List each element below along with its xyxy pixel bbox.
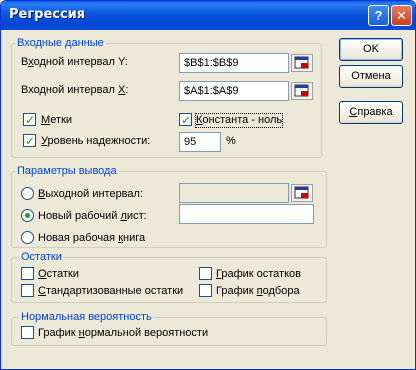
cancel-button[interactable]: Отмена [339, 65, 403, 88]
constant-zero-label: Константа - ноль [194, 113, 284, 128]
confidence-level-field[interactable]: 95 [179, 132, 221, 152]
confidence-level-checkbox[interactable]: ✓ [23, 134, 36, 147]
normal-probability-legend: Нормальная вероятность [19, 311, 154, 323]
labels-label: Метки [41, 114, 73, 126]
standardized-residuals-label: Стандартизованные остатки [38, 285, 184, 297]
new-worksheet-name-field[interactable] [179, 204, 314, 224]
close-button[interactable]: ✕ [391, 5, 412, 26]
range-select-icon [294, 56, 309, 69]
checkmark-icon: ✓ [25, 113, 36, 127]
checkmark-icon: ✓ [25, 134, 36, 148]
input-y-range-select-button[interactable] [291, 54, 313, 72]
input-y-label: Входной интервал Y: [21, 56, 128, 68]
output-range-label: Выходной интервал: [38, 188, 143, 200]
output-options-legend: Параметры вывода [15, 165, 119, 177]
new-worksheet-radio[interactable] [21, 209, 34, 222]
output-range-field[interactable] [179, 183, 289, 203]
new-workbook-radio[interactable] [21, 231, 34, 244]
residual-plot-checkbox[interactable] [199, 267, 212, 280]
new-workbook-label: Новая рабочая книга [38, 232, 146, 244]
output-range-radio[interactable] [21, 187, 34, 200]
normal-probability-plot-label: График нормальной вероятности [38, 327, 209, 339]
constant-zero-checkbox[interactable]: ✓ [179, 113, 192, 126]
title-bar[interactable]: Регрессия ? ✕ [1, 1, 415, 30]
standardized-residuals-checkbox[interactable] [21, 284, 34, 297]
labels-checkbox[interactable]: ✓ [23, 113, 36, 126]
help-title-button[interactable]: ? [368, 5, 389, 26]
input-data-legend: Входные данные [15, 37, 106, 49]
range-select-icon [294, 84, 309, 97]
line-fit-plot-label: График подбора [216, 285, 300, 297]
residual-plot-label: График остатков [216, 268, 301, 280]
percent-sign: % [226, 135, 236, 147]
input-x-range-select-button[interactable] [291, 82, 313, 100]
confidence-level-label: Уровень надежности: [41, 135, 151, 147]
normal-probability-plot-checkbox[interactable] [21, 326, 34, 339]
dialog-title: Регрессия [9, 7, 86, 22]
new-worksheet-label: Новый рабочий лист: [38, 210, 147, 222]
line-fit-plot-checkbox[interactable] [199, 284, 212, 297]
output-range-select-button[interactable] [291, 184, 313, 202]
input-x-label: Входной интервал X: [21, 84, 129, 96]
ok-button[interactable]: OK [339, 38, 403, 61]
range-select-icon [294, 186, 309, 199]
regression-dialog: Регрессия ? ✕ Входные данные Входной инт… [0, 0, 416, 370]
residuals-checkbox[interactable] [21, 267, 34, 280]
help-button[interactable]: Справка [339, 101, 403, 124]
input-y-range-field[interactable]: $B$1:$B$9 [179, 53, 289, 73]
radio-selected-dot [25, 213, 30, 218]
residuals-label: Остатки [38, 268, 79, 280]
input-x-range-field[interactable]: $A$1:$A$9 [179, 81, 289, 101]
residuals-legend: Остатки [19, 251, 64, 263]
checkmark-icon: ✓ [181, 113, 192, 127]
